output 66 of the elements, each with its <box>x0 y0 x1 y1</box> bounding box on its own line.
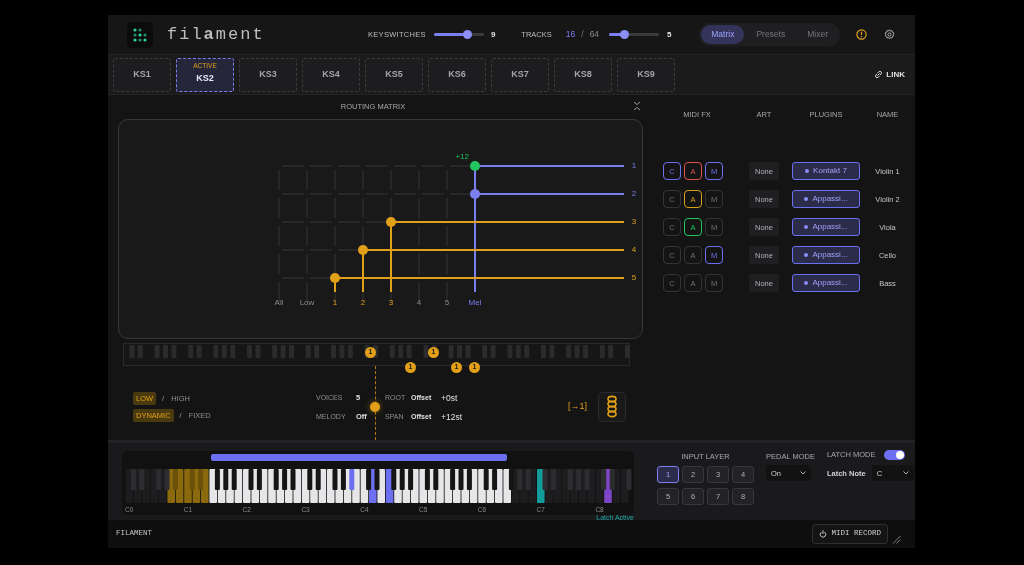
route-node[interactable] <box>470 189 480 199</box>
plugin-name: Appassi... <box>812 193 848 206</box>
column-label: All <box>274 298 284 308</box>
slider-value: 5 <box>667 28 672 41</box>
keyswitch-tab[interactable]: KS6 <box>428 57 486 92</box>
caret-icon <box>902 471 909 476</box>
plugin-button[interactable]: Appassi... <box>792 274 860 293</box>
column-label: 4 <box>416 298 422 308</box>
view-tab[interactable]: Mixer <box>797 25 838 44</box>
power-icon <box>819 530 828 538</box>
output-label: 1 <box>631 161 637 171</box>
column-label: 1 <box>332 298 338 308</box>
plugin-button[interactable]: Appassi... <box>792 246 860 265</box>
column-label: 3 <box>388 298 394 308</box>
plugin-button[interactable]: Kontakt 7 <box>792 162 860 181</box>
keyswitch-tab[interactable]: KS4 <box>302 57 360 92</box>
slider-track[interactable] <box>433 33 484 36</box>
slider-thumb[interactable] <box>619 30 629 39</box>
output-label: 5 <box>631 273 637 283</box>
link-button[interactable]: LINK <box>874 68 905 81</box>
output-label: 3 <box>631 217 637 227</box>
resize-grip-icon[interactable] <box>892 535 901 544</box>
transpose-label: +12 <box>455 152 469 162</box>
separator-text: / <box>581 28 584 41</box>
keyswitch-tab[interactable]: KS9 <box>617 57 675 92</box>
collapse-icon[interactable] <box>633 101 641 111</box>
output-label: 2 <box>631 189 637 199</box>
column-label: Low <box>299 298 315 308</box>
keyswitch-tab[interactable]: KS8 <box>554 57 612 92</box>
app-title: filament <box>167 23 266 46</box>
view-tab[interactable]: Matrix <box>701 25 745 44</box>
keyswitch-tab[interactable]: KS3 <box>239 57 297 92</box>
plugin-button[interactable]: Appassi... <box>792 218 860 237</box>
route-node[interactable] <box>470 161 480 171</box>
warning-icon[interactable] <box>856 29 867 40</box>
slider-track[interactable] <box>609 33 660 36</box>
slider-thumb[interactable] <box>462 30 472 39</box>
plugin-name: Appassi... <box>812 249 848 262</box>
track-total: 64 <box>589 28 600 41</box>
param-value: +0st <box>441 392 459 403</box>
view-tab[interactable]: Presets <box>746 25 796 44</box>
settings-icon[interactable] <box>884 29 895 40</box>
keyswitch-tab[interactable]: KS7 <box>491 57 549 92</box>
output-label: 4 <box>631 245 637 255</box>
channel-target: [→1] <box>568 400 587 414</box>
caret-icon <box>800 471 806 476</box>
latch-toggle[interactable] <box>883 449 905 460</box>
plugin-button[interactable]: Appassi... <box>792 190 860 209</box>
keyswitch-tab[interactable]: KS1 <box>113 57 171 92</box>
column-label: 2 <box>360 298 366 308</box>
param-value: +12st <box>441 411 463 422</box>
plugin-name: Kontakt 7 <box>813 165 847 178</box>
plugin-name: Appassi... <box>812 277 848 290</box>
route-node[interactable] <box>386 217 396 227</box>
keyswitch-tab[interactable]: KS5 <box>365 57 423 92</box>
split-knob[interactable] <box>370 402 380 412</box>
coil-icon[interactable] <box>598 392 626 422</box>
column-label: Mel <box>468 298 482 308</box>
logo-icon <box>127 21 153 48</box>
track-count: 16 <box>565 28 576 41</box>
slider-value: 9 <box>490 28 496 41</box>
plugin-name: Appassi... <box>812 221 848 234</box>
route-node[interactable] <box>330 273 340 283</box>
link-icon <box>874 70 884 79</box>
column-label: 5 <box>444 298 450 308</box>
route-node[interactable] <box>358 245 368 255</box>
